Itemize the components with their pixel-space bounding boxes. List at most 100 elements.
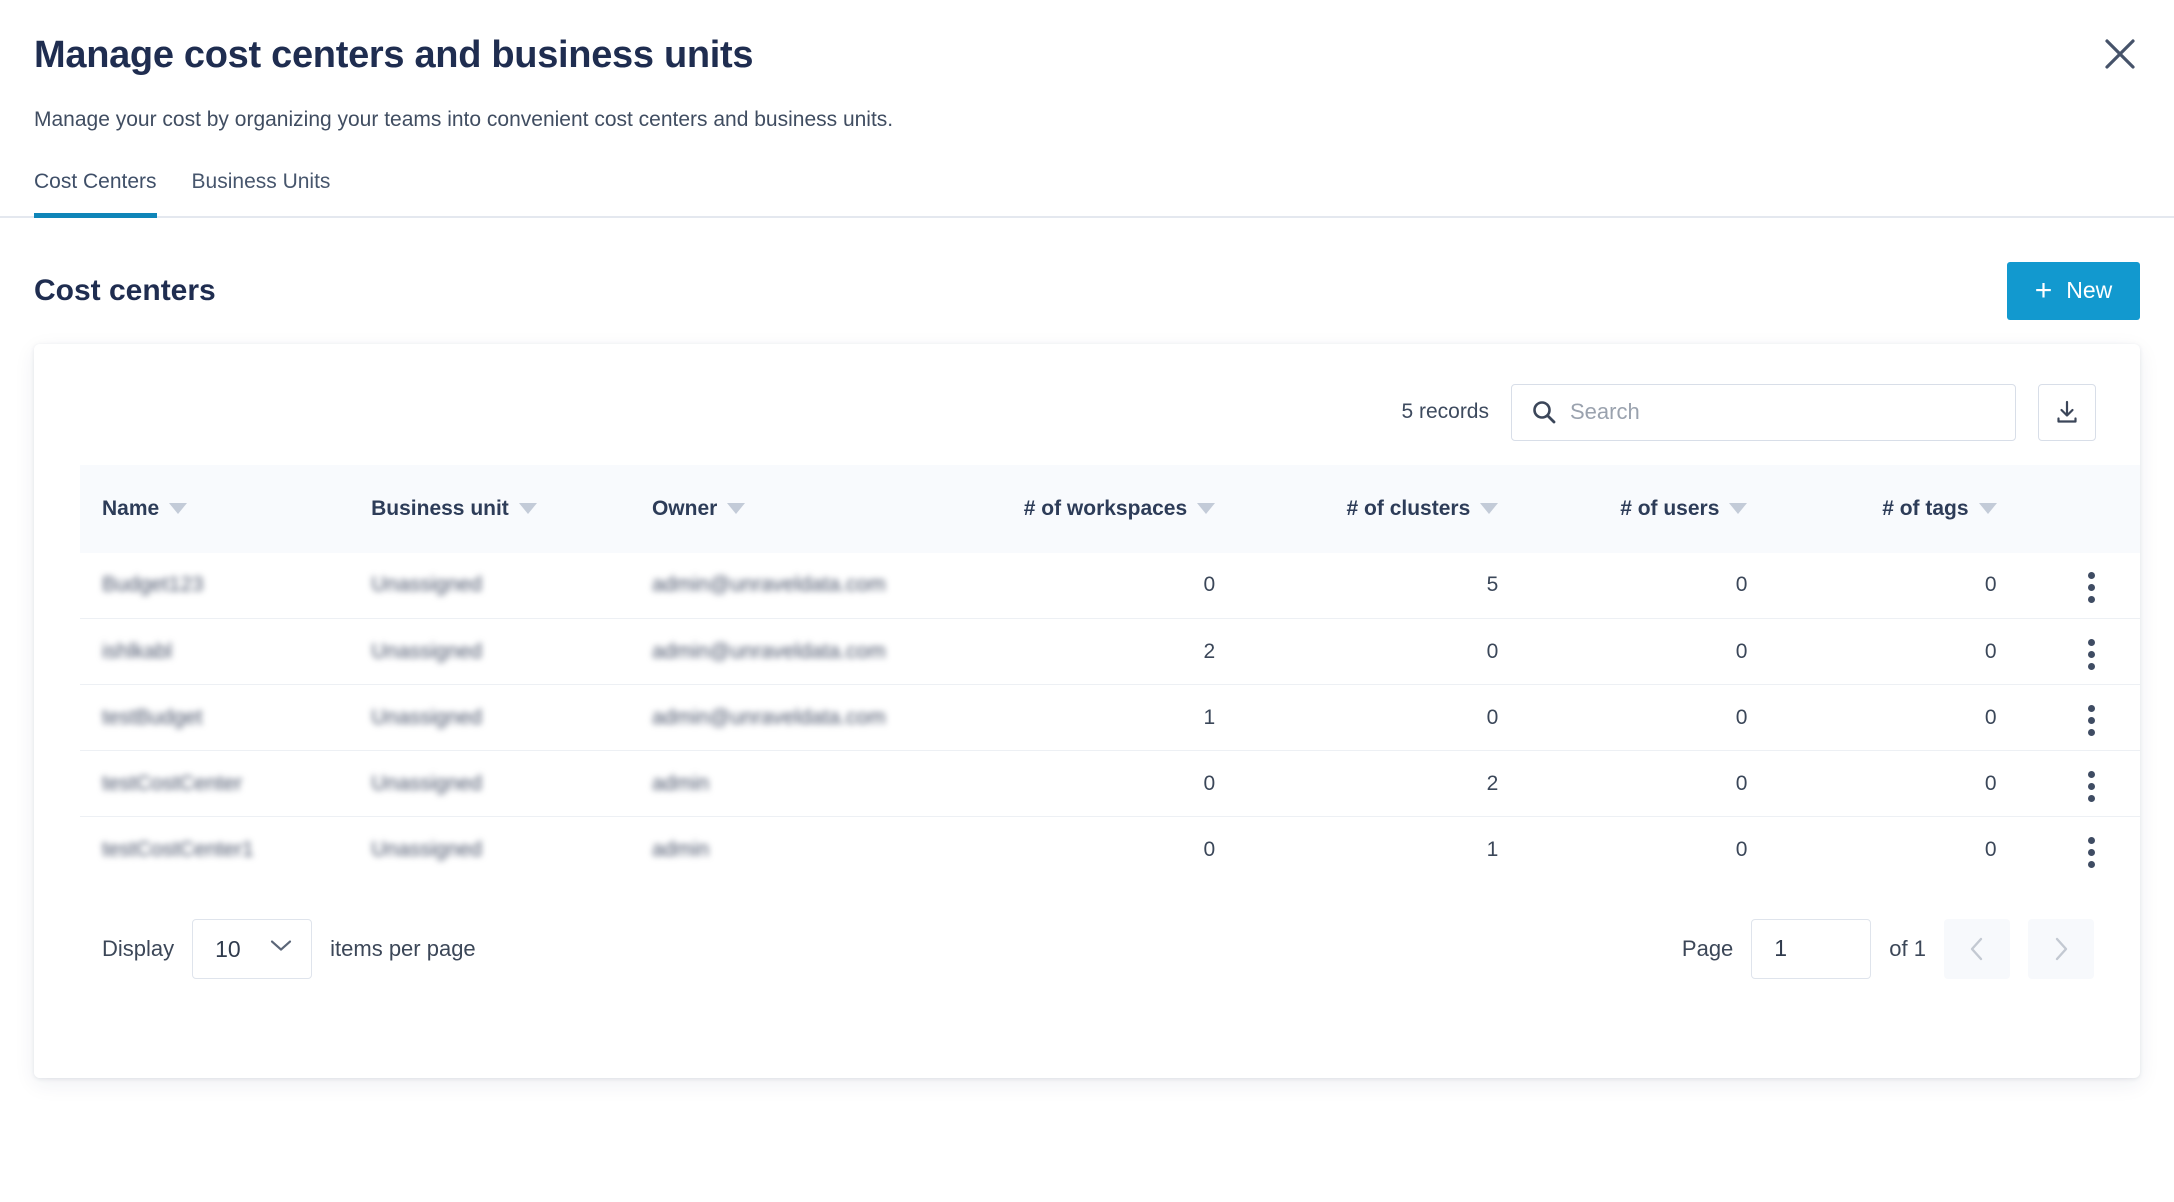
kebab-menu-icon[interactable] [2074, 699, 2109, 742]
column-header-owner[interactable]: Owner [644, 465, 916, 553]
cell-tags: 0 [1793, 553, 2042, 619]
table-body: Budget123 Unassigned admin@unraveldata.c… [80, 553, 2140, 883]
column-header-actions [2043, 465, 2140, 553]
page-title: Manage cost centers and business units [34, 34, 2128, 78]
cell-tags: 0 [1793, 685, 2042, 751]
column-header-label: Business unit [371, 497, 509, 521]
modal-header: Manage cost centers and business units M… [0, 0, 2174, 132]
page-label: Page [1682, 936, 1733, 962]
cell-business-unit: Unassigned [371, 573, 482, 596]
sort-caret-icon[interactable] [1480, 503, 1498, 514]
cost-centers-card: 5 records [34, 344, 2140, 1078]
cell-users: 0 [1544, 685, 1793, 751]
search-field[interactable] [1511, 384, 2016, 441]
column-header-users[interactable]: # of users [1544, 465, 1793, 553]
column-header-workspaces[interactable]: # of workspaces [916, 465, 1261, 553]
close-icon-glyph [2103, 37, 2137, 71]
tab-cost-centers[interactable]: Cost Centers [34, 170, 157, 216]
cell-owner: admin@unraveldata.com [652, 640, 886, 663]
column-header-label: # of users [1620, 497, 1719, 521]
chevron-right-icon[interactable] [2028, 919, 2094, 979]
cell-name: testCostCenter1 [102, 838, 254, 861]
cell-clusters: 0 [1261, 619, 1544, 685]
kebab-menu-icon[interactable] [2074, 831, 2109, 874]
cell-owner: admin [652, 772, 709, 795]
table-row[interactable]: testCostCenter Unassigned admin 0 2 0 0 [80, 751, 2140, 817]
table-row[interactable]: Budget123 Unassigned admin@unraveldata.c… [80, 553, 2140, 619]
items-per-page-select-wrap[interactable]: 10 25 50 100 [192, 919, 312, 979]
cell-users: 0 [1544, 751, 1793, 817]
new-button-label: New [2066, 277, 2112, 304]
cell-clusters: 1 [1261, 817, 1544, 883]
cell-users: 0 [1544, 553, 1793, 619]
column-header-label: # of clusters [1347, 497, 1471, 521]
sort-caret-icon[interactable] [1729, 503, 1747, 514]
section-title: Cost centers [34, 274, 216, 308]
cell-owner: admin [652, 838, 709, 861]
new-cost-center-button[interactable]: + New [2007, 262, 2140, 320]
items-per-page-label: items per page [330, 936, 476, 962]
cell-workspaces: 1 [916, 685, 1261, 751]
items-per-page-select[interactable]: 10 25 50 100 [192, 919, 312, 979]
cell-business-unit: Unassigned [371, 838, 482, 861]
total-pages-label: of 1 [1889, 936, 1926, 962]
table-row[interactable]: testBudget Unassigned admin@unraveldata.… [80, 685, 2140, 751]
cell-clusters: 2 [1261, 751, 1544, 817]
cell-owner: admin@unraveldata.com [652, 573, 886, 596]
chevron-right-icon-glyph [2051, 935, 2071, 963]
sort-caret-icon[interactable] [519, 503, 537, 514]
download-icon-glyph [2054, 399, 2080, 425]
cell-business-unit: Unassigned [371, 640, 482, 663]
cell-clusters: 0 [1261, 685, 1544, 751]
cell-owner: admin@unraveldata.com [652, 706, 886, 729]
table-row[interactable]: ishlkabl Unassigned admin@unraveldata.co… [80, 619, 2140, 685]
cell-tags: 0 [1793, 817, 2042, 883]
close-icon[interactable] [2094, 28, 2146, 80]
tab-bar: Cost Centers Business Units [0, 170, 2174, 218]
column-header-tags[interactable]: # of tags [1793, 465, 2042, 553]
search-input[interactable] [1570, 385, 2015, 440]
cell-name: ishlkabl [102, 640, 172, 663]
chevron-left-icon[interactable] [1944, 919, 2010, 979]
cell-workspaces: 0 [916, 553, 1261, 619]
kebab-menu-icon[interactable] [2074, 566, 2109, 609]
tab-business-units[interactable]: Business Units [192, 170, 331, 216]
column-header-name[interactable]: Name [80, 465, 363, 553]
cell-workspaces: 0 [916, 751, 1261, 817]
sort-caret-icon[interactable] [1979, 503, 1997, 514]
column-header-label: Name [102, 497, 159, 521]
section-header: Cost centers + New [0, 262, 2174, 320]
display-label: Display [102, 936, 174, 962]
table-row[interactable]: testCostCenter1 Unassigned admin 0 1 0 0 [80, 817, 2140, 883]
search-icon [1530, 398, 1558, 426]
cell-tags: 0 [1793, 751, 2042, 817]
cell-tags: 0 [1793, 619, 2042, 685]
cell-name: testBudget [102, 706, 202, 729]
kebab-menu-icon[interactable] [2074, 765, 2109, 808]
kebab-menu-icon[interactable] [2074, 633, 2109, 676]
cell-workspaces: 0 [916, 817, 1261, 883]
cell-name: testCostCenter [102, 772, 242, 795]
cost-centers-modal: Manage cost centers and business units M… [0, 0, 2174, 1202]
cell-users: 0 [1544, 619, 1793, 685]
cell-name: Budget123 [102, 573, 204, 596]
cell-workspaces: 2 [916, 619, 1261, 685]
download-icon[interactable] [2038, 384, 2096, 441]
column-header-label: Owner [652, 497, 717, 521]
cost-centers-table: Name Business unit Owner # of workspaces… [80, 465, 2140, 883]
column-header-clusters[interactable]: # of clusters [1261, 465, 1544, 553]
column-header-business-unit[interactable]: Business unit [363, 465, 644, 553]
sort-caret-icon[interactable] [1197, 503, 1215, 514]
page-subtitle: Manage your cost by organizing your team… [34, 108, 2128, 132]
sort-caret-icon[interactable] [727, 503, 745, 514]
cell-business-unit: Unassigned [371, 772, 482, 795]
chevron-left-icon-glyph [1967, 935, 1987, 963]
cell-clusters: 5 [1261, 553, 1544, 619]
page-number-input[interactable] [1751, 919, 1871, 979]
table-toolbar: 5 records [34, 344, 2140, 465]
table-footer: Display 10 25 50 100 items per page [80, 883, 2140, 979]
table-header-row: Name Business unit Owner # of workspaces… [80, 465, 2140, 553]
sort-caret-icon[interactable] [169, 503, 187, 514]
search-icon-glyph [1530, 398, 1558, 426]
column-header-label: # of tags [1882, 497, 1968, 521]
